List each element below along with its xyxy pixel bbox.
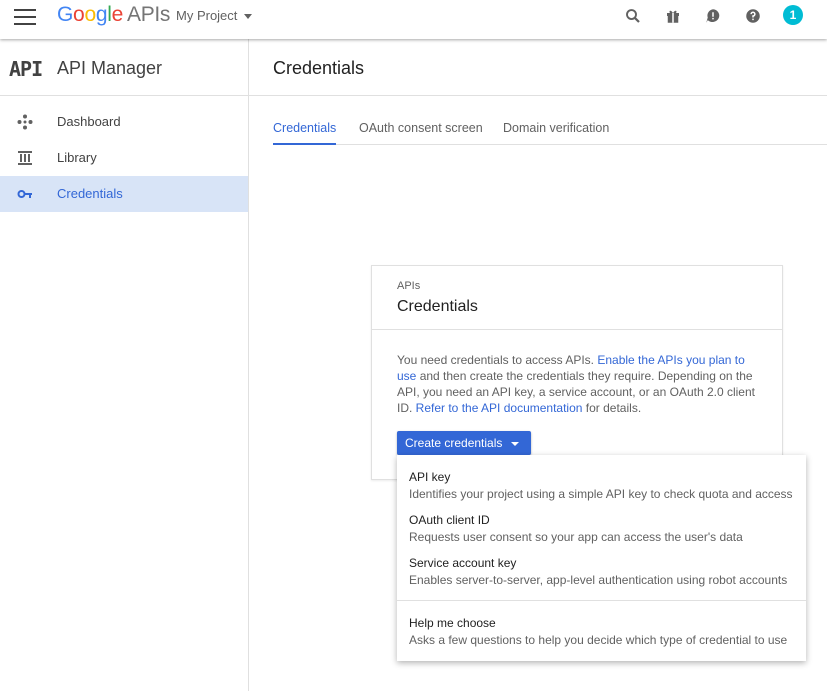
menu-item-title: Help me choose bbox=[409, 616, 496, 630]
menu-item-api-key[interactable]: API key Identifies your project using a … bbox=[397, 470, 806, 504]
sidebar-item-label: Library bbox=[57, 150, 97, 165]
card-title: Credentials bbox=[397, 298, 478, 315]
library-icon bbox=[18, 151, 32, 165]
logo-letter: G bbox=[57, 3, 74, 26]
tab-oauth-consent-screen[interactable]: OAuth consent screen bbox=[359, 121, 483, 145]
credentials-card: APIs Credentials You need credentials to… bbox=[371, 265, 783, 480]
menu-item-description: Requests user consent so your app can ac… bbox=[409, 530, 743, 544]
menu-item-title: OAuth client ID bbox=[409, 513, 490, 527]
project-name: My Project bbox=[176, 8, 238, 23]
top-app-bar: Google APIs My Project 1 bbox=[0, 0, 827, 39]
card-text: You need credentials to access APIs. bbox=[397, 353, 598, 367]
tab-bar: Credentials OAuth consent screen Domain … bbox=[273, 121, 827, 145]
menu-item-oauth-client-id[interactable]: OAuth client ID Requests user consent so… bbox=[397, 513, 806, 547]
create-credentials-label: Create credentials bbox=[405, 436, 503, 450]
sidebar: API API Manager Dashboard Library Creden… bbox=[0, 39, 249, 691]
menu-divider bbox=[397, 600, 806, 601]
sidebar-header: API API Manager bbox=[0, 39, 248, 96]
menu-item-title: API key bbox=[409, 470, 451, 484]
logo-apis-text: APIs bbox=[126, 3, 171, 26]
sidebar-item-dashboard[interactable]: Dashboard bbox=[0, 104, 248, 140]
key-icon bbox=[17, 190, 32, 198]
card-description: You need credentials to access APIs. Ena… bbox=[397, 352, 759, 416]
card-text: for details. bbox=[582, 401, 642, 415]
sidebar-item-library[interactable]: Library bbox=[0, 140, 248, 176]
sidebar-item-credentials[interactable]: Credentials bbox=[0, 176, 248, 212]
sidebar-item-label: Dashboard bbox=[57, 114, 121, 129]
gift-icon[interactable] bbox=[664, 7, 682, 25]
api-documentation-link[interactable]: Refer to the API documentation bbox=[416, 401, 583, 415]
google-wordmark: Google bbox=[57, 3, 123, 26]
feedback-icon[interactable] bbox=[704, 7, 722, 25]
project-selector[interactable]: My Project bbox=[176, 8, 253, 23]
menu-item-description: Enables server-to-server, app-level auth… bbox=[409, 573, 788, 587]
card-divider bbox=[372, 329, 782, 330]
logo-letter: o bbox=[73, 3, 85, 26]
logo-letter: e bbox=[111, 3, 124, 26]
tab-credentials[interactable]: Credentials bbox=[273, 121, 337, 145]
header-divider bbox=[249, 95, 827, 96]
menu-icon[interactable] bbox=[14, 9, 36, 27]
create-credentials-menu: API key Identifies your project using a … bbox=[397, 455, 806, 661]
create-credentials-button[interactable]: Create credentials bbox=[397, 431, 532, 455]
menu-item-description: Asks a few questions to help you decide … bbox=[409, 633, 788, 647]
page-title: Credentials bbox=[273, 58, 365, 78]
menu-item-service-account-key[interactable]: Service account key Enables server-to-se… bbox=[397, 556, 806, 590]
chevron-down-icon bbox=[244, 14, 253, 20]
sidebar-nav: Dashboard Library Credentials bbox=[0, 96, 248, 212]
menu-item-title: Service account key bbox=[409, 556, 517, 570]
card-subtitle: APIs bbox=[397, 280, 421, 292]
menu-item-description: Identifies your project using a simple A… bbox=[409, 487, 793, 501]
logo-letter: o bbox=[84, 3, 96, 26]
menu-item-help-me-choose[interactable]: Help me choose Asks a few questions to h… bbox=[397, 616, 806, 650]
sidebar-item-label: Credentials bbox=[57, 186, 123, 201]
tab-domain-verification[interactable]: Domain verification bbox=[503, 121, 609, 145]
help-icon[interactable] bbox=[744, 7, 762, 25]
google-apis-logo[interactable]: Google APIs bbox=[57, 3, 170, 27]
sidebar-title: API Manager bbox=[57, 58, 163, 78]
dashboard-icon bbox=[17, 114, 33, 130]
search-icon[interactable] bbox=[624, 7, 642, 25]
chevron-down-icon bbox=[511, 441, 520, 446]
api-logo-icon: API bbox=[9, 57, 43, 81]
notification-badge[interactable]: 1 bbox=[783, 5, 803, 25]
logo-letter: g bbox=[95, 3, 108, 26]
